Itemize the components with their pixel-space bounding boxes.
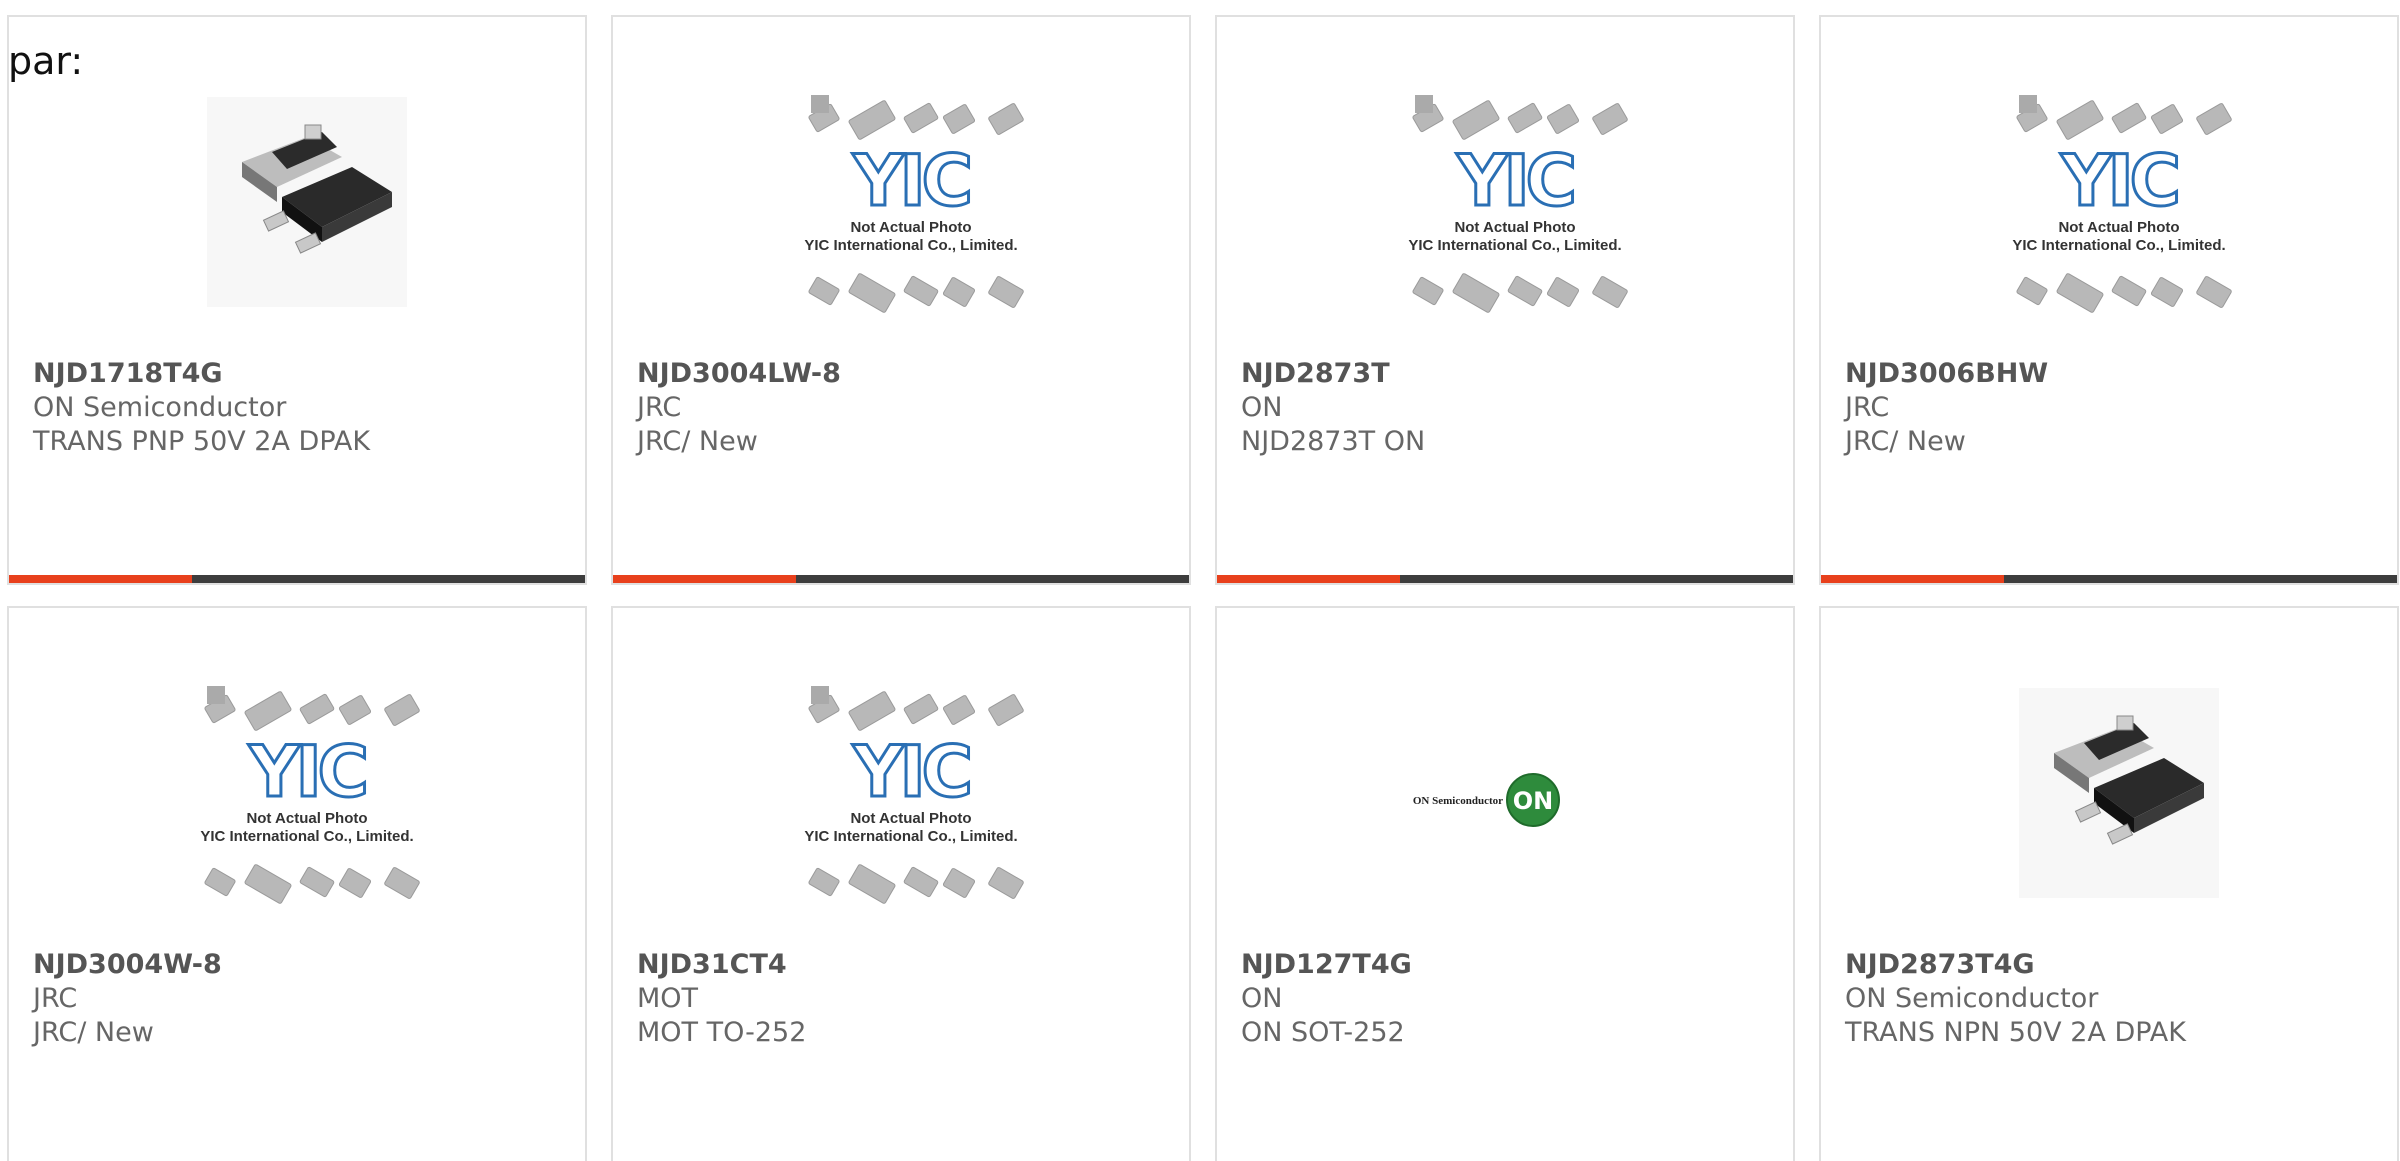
prefix-label: par: [8,39,84,83]
manufacturer: ON Semiconductor [33,392,287,423]
product-info: NJD127T4G ON ON SOT-252 [1241,948,1783,1050]
card-footer-bar [613,575,1189,583]
description: NJD2873T ON [1241,426,1426,457]
manufacturer: ON Semiconductor [1845,983,2099,1014]
product-image[interactable] [1989,678,2249,918]
svg-text:YIC International Co., Limited: YIC International Co., Limited. [804,237,1017,254]
svg-text:Not Actual Photo: Not Actual Photo [246,810,367,827]
svg-text:YIC: YIC [1456,140,1573,222]
svg-text:ON Semiconductor: ON Semiconductor [1413,795,1503,807]
part-number[interactable]: NJD3004W-8 [33,948,575,982]
part-number[interactable]: NJD2873T [1241,357,1783,391]
product-card[interactable]: ON Semiconductor ON NJD127T4G ON ON SOT-2… [1215,606,1795,1161]
product-info: NJD31CT4 MOT MOT TO-252 [637,948,1179,1050]
manufacturer: ON [1241,392,1283,423]
manufacturer: JRC [33,983,78,1014]
card-footer-bar [1217,575,1793,583]
accent-bar [9,575,192,583]
svg-text:ON: ON [1513,787,1554,815]
part-number[interactable]: NJD2873T4G [1845,948,2387,982]
manufacturer: JRC [637,392,682,423]
svg-text:YIC International Co., Limited: YIC International Co., Limited. [804,828,1017,845]
accent-bar [1821,575,2004,583]
product-image[interactable]: YIC Not Actual Photo YIC International Co.… [781,87,1041,327]
part-number[interactable]: NJD31CT4 [637,948,1179,982]
product-info: NJD3004LW-8 JRC JRC/ New [637,357,1179,459]
svg-text:Not Actual Photo: Not Actual Photo [850,810,971,827]
product-info: NJD2873T ON NJD2873T ON [1241,357,1783,459]
manufacturer: JRC [1845,392,1890,423]
product-info: NJD3006BHW JRC JRC/ New [1845,357,2387,459]
product-card[interactable]: YIC Not Actual Photo YIC International Co.… [1819,15,2399,585]
svg-text:Not Actual Photo: Not Actual Photo [850,219,971,236]
accent-bar [613,575,796,583]
product-card[interactable]: YIC Not Actual Photo YIC International Co.… [611,15,1191,585]
product-card[interactable]: NJD1718T4G ON Semiconductor TRANS PNP 50… [7,15,587,585]
card-footer-bar [1821,575,2397,583]
description: TRANS PNP 50V 2A DPAK [33,426,371,457]
svg-text:Not Actual Photo: Not Actual Photo [1454,219,1575,236]
product-info: NJD1718T4G ON Semiconductor TRANS PNP 50… [33,357,575,459]
svg-text:YIC International Co., Limited: YIC International Co., Limited. [200,828,413,845]
part-number[interactable]: NJD3006BHW [1845,357,2387,391]
product-image[interactable]: YIC Not Actual Photo YIC International Co.… [1989,87,2249,327]
svg-text:YIC: YIC [2060,140,2177,222]
description: JRC/ New [1845,426,1966,457]
part-number[interactable]: NJD127T4G [1241,948,1783,982]
svg-text:YIC International Co., Limited: YIC International Co., Limited. [2012,237,2225,254]
svg-text:YIC: YIC [852,140,969,222]
part-number[interactable]: NJD1718T4G [33,357,575,391]
product-card[interactable]: YIC Not Actual Photo YIC International Co.… [611,606,1191,1161]
product-info: NJD3004W-8 JRC JRC/ New [33,948,575,1050]
description: JRC/ New [33,1017,154,1048]
accent-bar [1217,575,1400,583]
description: TRANS NPN 50V 2A DPAK [1845,1017,2186,1048]
product-image[interactable]: ON Semiconductor ON [1385,678,1645,918]
svg-text:YIC: YIC [248,731,365,813]
product-grid-page: par: NJD1718T4G ON Semiconductor TRANS P… [0,0,2400,1161]
product-card[interactable]: YIC Not Actual Photo YIC International Co.… [1215,15,1795,585]
product-info: NJD2873T4G ON Semiconductor TRANS NPN 50… [1845,948,2387,1050]
svg-text:Not Actual Photo: Not Actual Photo [2058,219,2179,236]
product-image[interactable] [177,87,437,327]
description: MOT TO-252 [637,1017,807,1048]
product-image[interactable]: YIC Not Actual Photo YIC International Co.… [781,678,1041,918]
manufacturer: MOT [637,983,699,1014]
manufacturer: ON [1241,983,1283,1014]
part-number[interactable]: NJD3004LW-8 [637,357,1179,391]
product-image[interactable]: YIC Not Actual Photo YIC International Co.… [1385,87,1645,327]
product-card[interactable]: YIC Not Actual Photo YIC International Co.… [7,606,587,1161]
product-card[interactable]: NJD2873T4G ON Semiconductor TRANS NPN 50… [1819,606,2399,1161]
svg-text:YIC: YIC [852,731,969,813]
product-image[interactable]: YIC Not Actual Photo YIC International Co.… [177,678,437,918]
description: ON SOT-252 [1241,1017,1405,1048]
svg-text:YIC International Co., Limited: YIC International Co., Limited. [1408,237,1621,254]
description: JRC/ New [637,426,758,457]
card-footer-bar [9,575,585,583]
